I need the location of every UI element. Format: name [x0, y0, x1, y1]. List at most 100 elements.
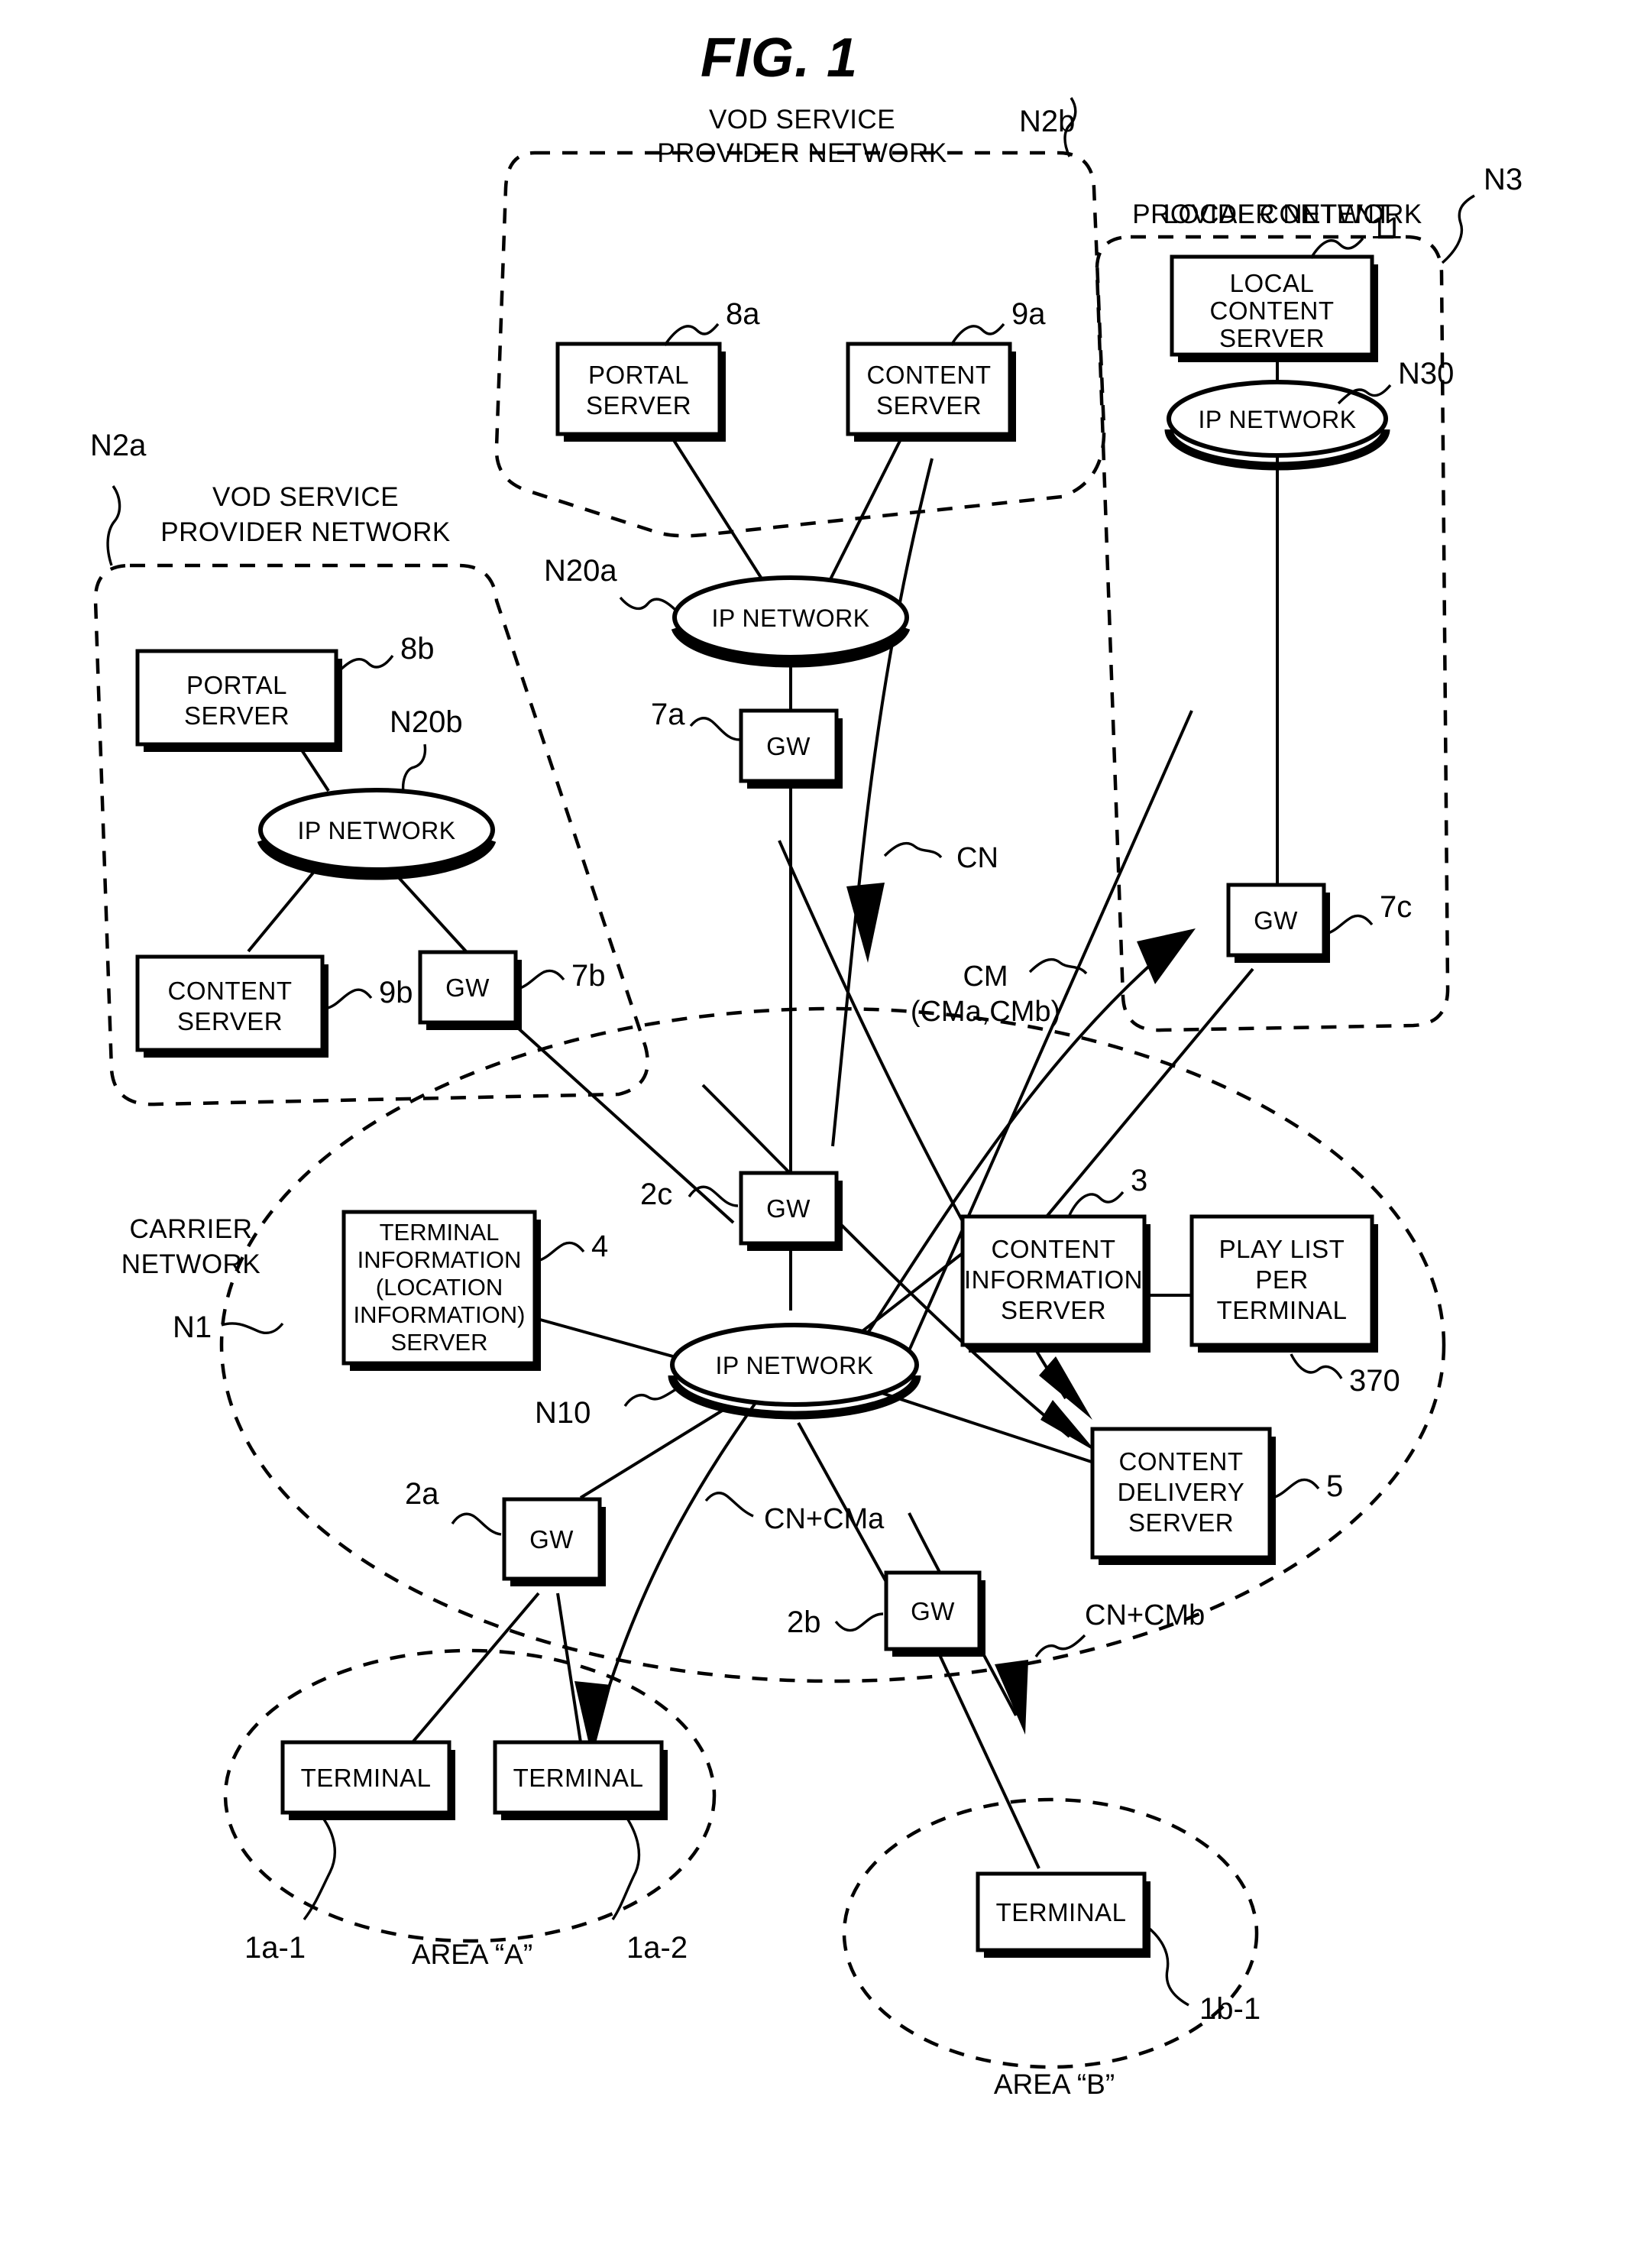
- gw-2b-leader: [834, 1612, 884, 1632]
- content-info-server-leader: [1068, 1191, 1125, 1216]
- terminal-info-server-label-3: (LOCATION: [376, 1274, 503, 1301]
- gw-7c-leader: [1325, 914, 1374, 935]
- content-delivery-server-label-1: CONTENT: [1119, 1447, 1244, 1476]
- vod-network-a-ref: N2a: [90, 429, 147, 462]
- terminal-info-server-leader: [537, 1241, 585, 1262]
- gw-7b-label: GW: [445, 974, 490, 1002]
- terminal-1a2-ref: 1a-2: [626, 1931, 688, 1965]
- gw-7b-leader: [517, 969, 565, 990]
- play-list-label-2: PER: [1255, 1265, 1308, 1294]
- local-network-leader: [1441, 194, 1475, 264]
- flow-cn-cmb-label: CN+CMb: [1085, 1599, 1205, 1631]
- gw-7c-label: GW: [1254, 906, 1298, 935]
- content-server-b-label-1: CONTENT: [168, 977, 293, 1005]
- flow-cm-label-2: (CMa,CMb): [911, 996, 1060, 1028]
- patent-figure-page: FIG. 1 PORTAL SERVER 8a CONTENT SERVER 9…: [0, 0, 1644, 2268]
- gw-2a-label: GW: [529, 1525, 574, 1554]
- play-list-label-1: PLAY LIST: [1219, 1235, 1345, 1263]
- carrier-network-ref: N1: [173, 1311, 212, 1344]
- portal-server-b-label-1: PORTAL: [186, 671, 287, 699]
- play-list-ref: 370: [1349, 1364, 1400, 1398]
- flow-cn-cmb-label-leader: [1034, 1634, 1086, 1657]
- gw-7a-ref: 7a: [651, 698, 685, 731]
- content-server-a-ref: 9a: [1011, 297, 1046, 331]
- content-delivery-server-leader: [1272, 1478, 1320, 1499]
- flow-cm-label-1: CM: [963, 961, 1008, 993]
- carrier-network-title-2: NETWORK: [121, 1249, 261, 1279]
- portal-server-b-label-2: SERVER: [184, 701, 290, 730]
- content-server-b-leader: [324, 988, 373, 1010]
- terminal-1a2-label: TERMINAL: [513, 1764, 644, 1792]
- figure-title: FIG. 1: [701, 28, 858, 89]
- vod-network-b-title-1: VOD SERVICE: [709, 105, 895, 134]
- terminal-1a1-label: TERMINAL: [301, 1764, 432, 1792]
- terminal-1a1-ref: 1a-1: [244, 1931, 306, 1965]
- local-network-ref: N3: [1484, 163, 1523, 196]
- content-delivery-server-label-2: DELIVERY: [1118, 1478, 1245, 1506]
- cloud-n30-label: IP NETWORK: [1198, 406, 1356, 433]
- portal-server-b-ref: 8b: [400, 632, 435, 666]
- cloud-n20a-leader: [619, 596, 678, 613]
- carrier-network-title-1: CARRIER: [129, 1214, 252, 1244]
- flow-cn-cma-label: CN+CMa: [764, 1503, 885, 1535]
- carrier-network-leader: [221, 1322, 284, 1335]
- terminal-1b1-label: TERMINAL: [996, 1898, 1127, 1926]
- local-content-server-label-3: SERVER: [1219, 324, 1325, 352]
- gw-7a-label: GW: [766, 732, 811, 760]
- content-server-b-label-2: SERVER: [177, 1007, 283, 1035]
- vod-network-b-title-2: PROVIDER NETWORK: [657, 138, 947, 168]
- gw-2a-leader: [451, 1512, 502, 1536]
- gw-7a-leader: [689, 717, 740, 741]
- link-gw2a-to-terminal1a2: [556, 1592, 582, 1743]
- gw-7c-ref: 7c: [1380, 890, 1412, 924]
- gw-2b-ref: 2b: [787, 1605, 821, 1639]
- gw-2c-ref: 2c: [640, 1178, 672, 1211]
- link-portal8a-to-n20a: [671, 436, 765, 584]
- vod-network-a-title-2: PROVIDER NETWORK: [160, 517, 450, 547]
- flow-cm-to-delivery-arrow-2: [1040, 1400, 1096, 1452]
- cloud-n20b-ref: N20b: [390, 705, 463, 739]
- vod-network-b-ref: N2b: [1019, 105, 1075, 138]
- flow-cn-cma-label-leader: [704, 1492, 754, 1518]
- content-info-server-label-2: INFORMATION: [964, 1265, 1143, 1294]
- content-info-server-label-1: CONTENT: [992, 1235, 1116, 1263]
- flow-cn-label-leader: [883, 841, 943, 859]
- portal-server-a-ref: 8a: [726, 297, 760, 331]
- terminal-info-server-ref: 4: [591, 1230, 608, 1263]
- content-server-a-label-2: SERVER: [876, 391, 982, 420]
- content-server-b-ref: 9b: [379, 976, 413, 1009]
- cloud-n20a-label: IP NETWORK: [711, 604, 869, 632]
- link-n10-to-gw2a: [579, 1405, 731, 1499]
- gw-2c-label: GW: [766, 1194, 811, 1223]
- terminal-1b1-ref: 1b-1: [1199, 1992, 1261, 2026]
- content-server-a-label-1: CONTENT: [867, 361, 992, 389]
- play-list-leader: [1290, 1353, 1343, 1379]
- portal-server-a-label-1: PORTAL: [588, 361, 689, 389]
- flow-cn-cmb-arrowhead: [995, 1660, 1028, 1735]
- portal-server-b-leader: [336, 654, 394, 674]
- cloud-n20b-label: IP NETWORK: [297, 817, 455, 844]
- terminal-info-server-label-1: TERMINAL: [380, 1219, 500, 1246]
- figure-canvas: FIG. 1 PORTAL SERVER 8a CONTENT SERVER 9…: [90, 28, 1523, 2100]
- content-delivery-server-label-3: SERVER: [1128, 1508, 1234, 1537]
- flow-cn-path: [831, 458, 934, 1147]
- cloud-n10-label: IP NETWORK: [715, 1352, 873, 1379]
- cloud-n30-ref: N30: [1398, 357, 1454, 390]
- link-gw7b-to-gw2c: [495, 1007, 735, 1224]
- flow-cn-cma-path: [593, 1389, 765, 1735]
- link-content9b-to-n20b: [247, 862, 322, 953]
- flow-cm-arrowhead: [1137, 928, 1196, 984]
- link-content9a-to-n20a: [827, 437, 903, 583]
- content-info-server-ref: 3: [1131, 1164, 1147, 1197]
- vod-network-a-title-1: VOD SERVICE: [212, 482, 399, 512]
- gw-7b-ref: 7b: [571, 959, 606, 993]
- terminal-info-server-label-2: INFORMATION: [358, 1246, 522, 1273]
- terminal-info-server-label-5: SERVER: [391, 1329, 488, 1356]
- gw-2b-label: GW: [911, 1597, 955, 1625]
- area-a-label: AREA “A”: [412, 1939, 532, 1970]
- vod-network-a-leader: [106, 485, 121, 566]
- link-gw2a-to-terminal1a1: [411, 1592, 540, 1744]
- area-b-label: AREA “B”: [994, 2069, 1115, 2100]
- terminal-info-server-label-4: INFORMATION): [353, 1301, 525, 1328]
- flow-cn-label: CN: [956, 842, 998, 874]
